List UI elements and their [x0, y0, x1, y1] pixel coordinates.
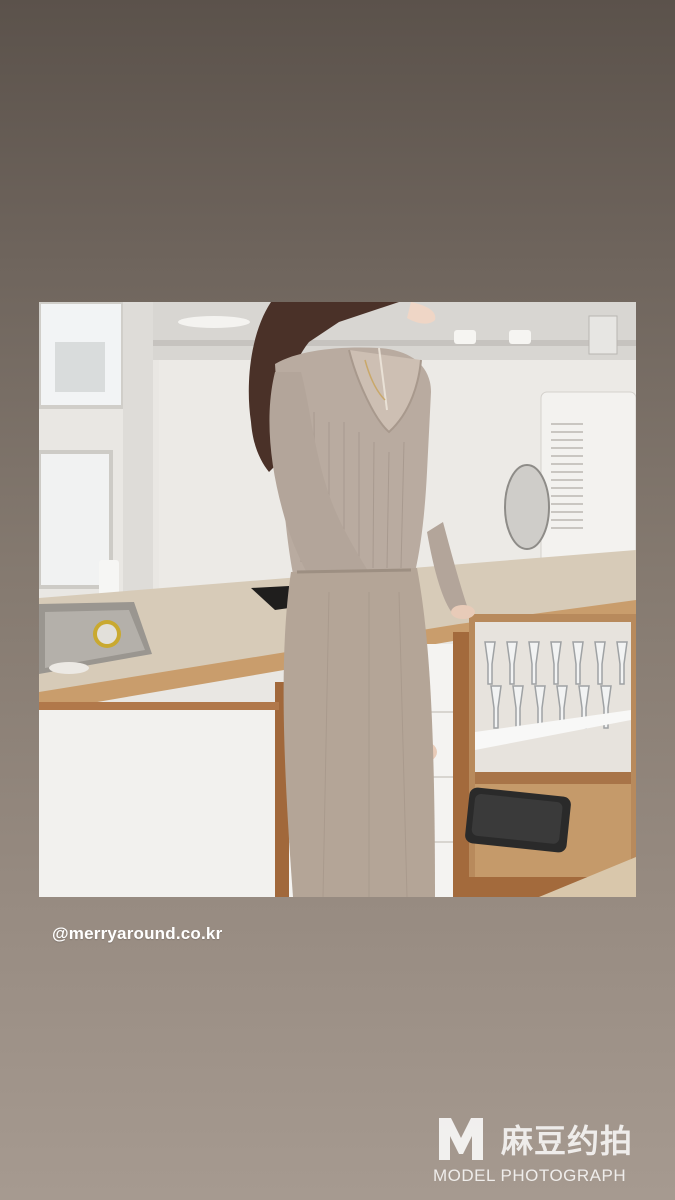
watermark: 麻豆约拍 MODEL PHOTOGRAPH	[433, 1110, 663, 1192]
story-screen: @merryaround.co.kr 麻豆约拍 MODEL PHOTOGRAPH	[0, 0, 675, 1200]
story-photo[interactable]	[39, 302, 636, 897]
watermark-brand-cn: 麻豆约拍	[501, 1123, 634, 1159]
username-tag[interactable]: @merryaround.co.kr	[52, 924, 222, 944]
m-logo-icon	[439, 1118, 483, 1160]
watermark-brand-en: MODEL PHOTOGRAPH	[433, 1166, 627, 1185]
kitchen-photo-illustration	[39, 302, 636, 897]
